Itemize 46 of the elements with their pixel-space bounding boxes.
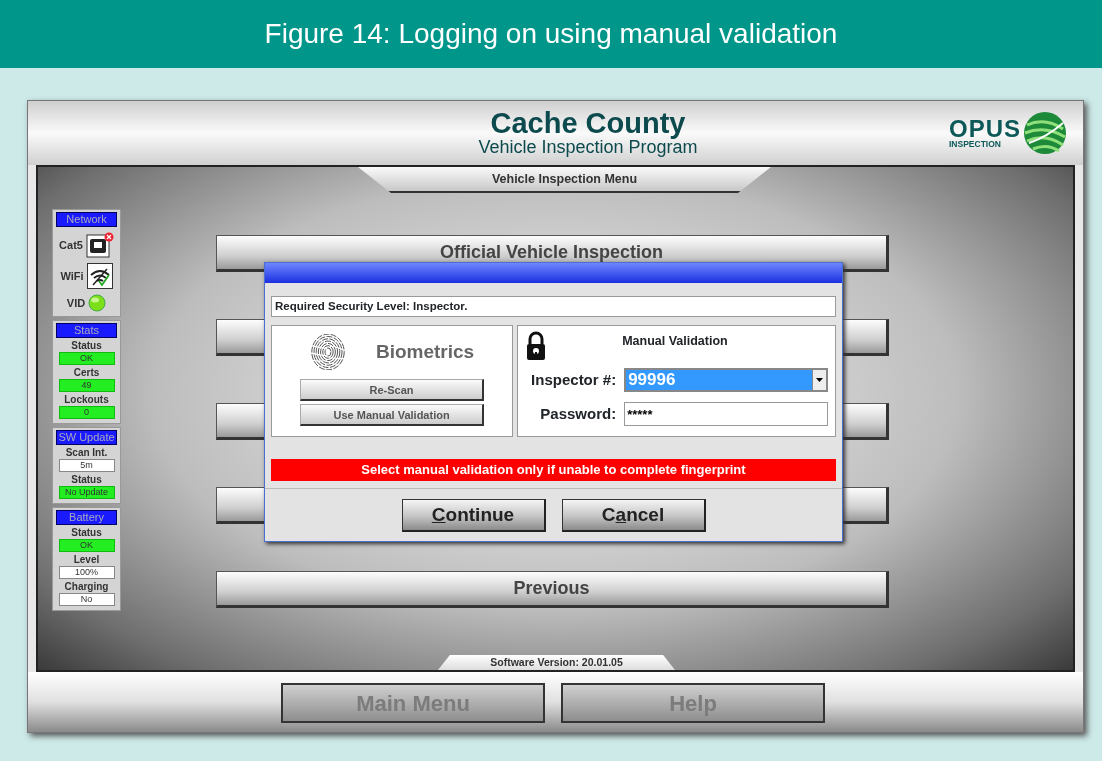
group-title: Network xyxy=(56,212,117,227)
status-label: VID xyxy=(66,295,86,311)
lock-icon xyxy=(525,331,548,362)
password-field[interactable]: ***** xyxy=(624,402,829,427)
group-title: Stats xyxy=(56,323,117,338)
status-label: Charging xyxy=(64,581,109,593)
status-value: No Update xyxy=(58,486,115,499)
biometrics-label: Biometrics xyxy=(375,340,475,364)
status-label: Cat5 xyxy=(59,237,83,253)
status-value: 49 xyxy=(58,379,115,392)
caret-icon xyxy=(816,378,824,383)
app-title: Cache County xyxy=(489,109,687,138)
status-value: 5m xyxy=(58,459,115,472)
logo-text: OPUS xyxy=(949,117,1021,140)
status-label: Certs xyxy=(73,367,100,379)
status-value: 100% xyxy=(58,566,115,579)
status-label: Level xyxy=(73,554,100,566)
group-title: Battery xyxy=(56,510,117,525)
app-subtitle: Vehicle Inspection Program xyxy=(477,138,699,158)
status-value: No xyxy=(58,593,115,606)
status-value: OK xyxy=(58,539,115,552)
status-label: Status xyxy=(71,340,102,352)
inspector-label: Inspector #: xyxy=(530,370,617,390)
logo-subtext: INSPECTION xyxy=(949,139,1002,149)
status-label: WiFi xyxy=(60,268,84,284)
group-title: SW Update xyxy=(56,430,117,445)
status-label: Status xyxy=(71,527,102,539)
menu-title: Vehicle Inspection Menu xyxy=(358,167,771,193)
status-label: Scan Int. xyxy=(65,447,108,459)
biometric-button[interactable]: Re-Scan xyxy=(300,379,485,402)
figure-caption: Figure 14: Logging on using manual validation xyxy=(0,0,1102,68)
menu-button[interactable]: Previous xyxy=(216,571,889,608)
dialog-button[interactable]: Cancel xyxy=(561,499,706,533)
security-message: Required Security Level: Inspector. xyxy=(271,296,836,318)
status-label: Status xyxy=(71,474,102,486)
password-label: Password: xyxy=(539,404,617,424)
dialog-button[interactable]: Continue xyxy=(401,499,546,533)
biometric-button[interactable]: Use Manual Validation xyxy=(300,404,485,427)
status-value: OK xyxy=(58,352,115,365)
status-label: Lockouts xyxy=(64,394,109,406)
warning-banner: Select manual validation only if unable to complete fingerprint xyxy=(271,459,836,482)
globe-icon xyxy=(1023,111,1067,155)
manual-validation-title: Manual Validation xyxy=(622,333,728,351)
software-version: Software Version: 20.01.05 xyxy=(438,655,675,670)
fingerprint-icon xyxy=(309,334,346,371)
status-value: 0 xyxy=(58,406,115,419)
